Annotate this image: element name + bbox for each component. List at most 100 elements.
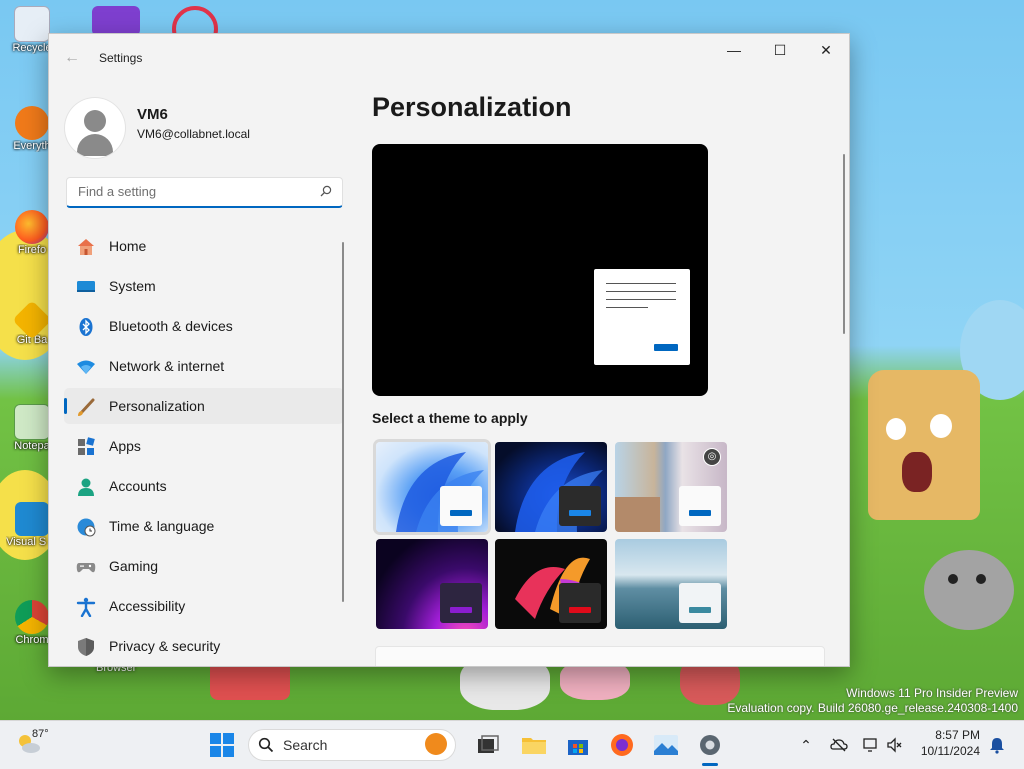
sidebar-item-personalization[interactable]: Personalization: [64, 388, 344, 424]
page-title: Personalization: [372, 92, 572, 122]
theme-mini-window: [679, 583, 721, 623]
chrome-icon: [15, 600, 49, 634]
start-button[interactable]: [208, 731, 236, 759]
notification-bell-icon[interactable]: [988, 736, 1006, 754]
sidebar-item-label: Apps: [109, 438, 141, 454]
sidebar-item-privacy[interactable]: Privacy & security: [64, 628, 344, 664]
notepad-icon: [14, 404, 50, 440]
avatar[interactable]: [65, 98, 125, 158]
display-network-icon[interactable]: [862, 736, 880, 754]
settings-card[interactable]: [375, 646, 825, 666]
taskbar-search[interactable]: Search: [248, 729, 456, 761]
photos-icon[interactable]: [652, 731, 680, 759]
sidebar-item-label: Bluetooth & devices: [109, 318, 233, 334]
sidebar-scrollbar[interactable]: [342, 242, 344, 602]
gamepad-icon: [76, 563, 96, 573]
search-input[interactable]: [76, 183, 310, 200]
taskbar: 87° Search ⌃ 8:57 PM 10/11/2024: [0, 720, 1024, 769]
user-name: VM6: [137, 106, 168, 123]
sidebar-item-gaming[interactable]: Gaming: [64, 548, 344, 584]
onedrive-icon[interactable]: [830, 736, 848, 754]
sidebar-item-time-language[interactable]: Time & language: [64, 508, 344, 544]
minimize-button[interactable]: —: [711, 34, 757, 66]
weather-widget[interactable]: 87°: [14, 728, 49, 760]
brush-icon: [78, 398, 95, 416]
sidebar-item-apps[interactable]: Apps: [64, 428, 344, 464]
preview-window: [594, 269, 690, 365]
sidebar-item-home[interactable]: Home: [64, 228, 344, 264]
theme-mini-window: [440, 583, 482, 623]
system-icon: [77, 281, 95, 292]
watermark: Windows 11 Pro Insider Preview Evaluatio…: [727, 686, 1018, 716]
theme-glow[interactable]: [376, 539, 488, 629]
search-icon: [258, 737, 274, 753]
settings-window: ← Settings — ☐ ✕ VM6 VM6@collabnet.local…: [48, 33, 850, 667]
watermark-line: Evaluation copy. Build 26080.ge_release.…: [727, 701, 1018, 715]
camera-aperture-icon[interactable]: ◎: [703, 448, 721, 466]
system-clock[interactable]: 8:57 PM 10/11/2024: [921, 727, 980, 759]
globe-clock-icon: [77, 518, 96, 537]
sidebar-item-system[interactable]: System: [64, 268, 344, 304]
sidebar-item-network[interactable]: Network & internet: [64, 348, 344, 384]
search-icon[interactable]: [320, 185, 332, 197]
theme-spotlight[interactable]: ◎: [615, 442, 727, 532]
theme-mini-window: [559, 486, 601, 526]
recycle-bin-icon: [14, 6, 50, 42]
app-title: Settings: [99, 51, 143, 65]
apps-icon: [78, 437, 95, 455]
bluetooth-icon: [79, 318, 93, 336]
clock-date: 10/11/2024: [920, 744, 980, 758]
task-view-icon[interactable]: [474, 731, 502, 759]
theme-captured-motion[interactable]: [495, 539, 607, 629]
accessibility-icon: [76, 597, 96, 617]
watermark-line: Windows 11 Pro Insider Preview: [846, 686, 1018, 700]
firefox-icon[interactable]: [608, 731, 636, 759]
clock-time: 8:57 PM: [935, 728, 980, 742]
sidebar-nav: Home System Bluetooth & devices Network …: [64, 228, 344, 666]
settings-gear-icon[interactable]: [696, 731, 724, 759]
sidebar-item-accounts[interactable]: Accounts: [64, 468, 344, 504]
theme-windows-dark[interactable]: [495, 442, 607, 532]
active-app-indicator: [702, 763, 718, 766]
theme-section-label: Select a theme to apply: [372, 410, 528, 426]
weather-temperature: 87°: [32, 728, 49, 740]
sidebar-item-label: Time & language: [109, 518, 215, 534]
sidebar-item-label: Accessibility: [109, 598, 186, 614]
theme-flow[interactable]: [615, 539, 727, 629]
title-bar[interactable]: ← Settings — ☐ ✕: [49, 34, 849, 82]
theme-preview: [372, 144, 708, 396]
sidebar-item-label: Gaming: [109, 558, 159, 574]
sidebar-item-label: Personalization: [109, 398, 205, 414]
everything-icon: [15, 106, 49, 140]
sidebar-item-bluetooth[interactable]: Bluetooth & devices: [64, 308, 344, 344]
theme-mini-window: [559, 583, 601, 623]
firefox-icon: [15, 210, 49, 244]
vscode-icon: [15, 502, 49, 536]
back-button[interactable]: ←: [59, 48, 85, 68]
home-icon: [78, 239, 94, 255]
sidebar-item-label: Privacy & security: [109, 638, 221, 654]
accounts-icon: [78, 478, 94, 496]
theme-windows-light[interactable]: [376, 442, 488, 532]
content-scrollbar[interactable]: [843, 154, 845, 334]
file-explorer-icon[interactable]: [520, 731, 548, 759]
shield-icon: [78, 638, 94, 656]
volume-muted-icon[interactable]: [886, 736, 904, 754]
sidebar-item-accessibility[interactable]: Accessibility: [64, 588, 344, 624]
sidebar-item-label: Home: [109, 238, 147, 254]
chevron-up-icon[interactable]: ⌃: [797, 736, 815, 754]
taskbar-search-label: Search: [283, 737, 328, 753]
user-email: VM6@collabnet.local: [137, 127, 250, 141]
settings-search-box[interactable]: [66, 177, 343, 208]
sidebar-item-label: Accounts: [109, 478, 167, 494]
close-button[interactable]: ✕: [803, 34, 849, 66]
visual-studio-icon[interactable]: [92, 6, 140, 36]
theme-mini-window: [440, 486, 482, 526]
spotlight-ground: [615, 497, 660, 532]
pumpkin-icon: [425, 733, 447, 755]
sidebar-item-label: Network & internet: [109, 358, 225, 374]
maximize-button[interactable]: ☐: [757, 34, 803, 66]
microsoft-store-icon[interactable]: [564, 731, 592, 759]
wallpaper-character: [924, 550, 1014, 630]
wallpaper-character: [868, 370, 980, 520]
